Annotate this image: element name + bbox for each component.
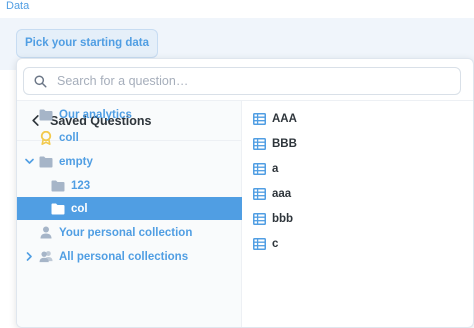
collection-label: empty: [59, 155, 93, 168]
search-box[interactable]: [23, 67, 461, 95]
chevron-down-icon[interactable]: [23, 158, 35, 165]
question-label: bbb: [272, 213, 294, 225]
data-section-label: Data: [6, 0, 30, 12]
collections-pane: Saved Questions Our analytics coll empty 12…: [17, 101, 242, 327]
question-item[interactable]: aaa: [253, 185, 291, 203]
question-item[interactable]: AAA: [253, 110, 297, 128]
question-item[interactable]: c: [253, 235, 278, 253]
collection-label: Our analytics: [59, 108, 132, 121]
question-label: a: [272, 163, 279, 175]
question-label: aaa: [272, 188, 292, 200]
folder-icon: [51, 202, 65, 216]
data-picker-popover: Saved Questions Our analyticscollempty12…: [16, 58, 474, 328]
collection-item-123[interactable]: 123: [17, 174, 242, 197]
table-icon: [253, 238, 266, 250]
collection-label: coll: [59, 131, 79, 144]
questions-pane: AAA BBB a aaa bbb c: [243, 101, 473, 327]
collection-item-coll[interactable]: coll: [17, 126, 242, 149]
badge-icon: [39, 130, 53, 145]
pick-starting-data-button[interactable]: Pick your starting data: [16, 29, 158, 58]
table-icon: [253, 138, 266, 150]
collection-label: All personal collections: [59, 250, 189, 263]
chevron-right-icon[interactable]: [23, 252, 35, 261]
person-icon: [39, 226, 53, 240]
question-label: c: [272, 238, 279, 250]
table-icon: [253, 188, 266, 200]
collection-item-your-personal-collection[interactable]: Your personal collection: [17, 221, 242, 244]
folder-icon: [39, 108, 53, 122]
question-item[interactable]: bbb: [253, 210, 293, 228]
folder-icon: [39, 155, 53, 169]
question-item[interactable]: a: [253, 160, 278, 178]
collection-label: col: [71, 202, 88, 215]
table-icon: [253, 113, 266, 125]
folder-icon: [51, 179, 65, 193]
search-icon: [34, 74, 47, 88]
question-label: AAA: [272, 113, 297, 125]
question-label: BBB: [272, 138, 297, 150]
collection-item-all-personal-collections[interactable]: All personal collections: [17, 245, 242, 268]
table-icon: [253, 213, 266, 225]
collection-item-empty[interactable]: empty: [17, 150, 242, 173]
question-item[interactable]: BBB: [253, 135, 297, 153]
collection-item-col[interactable]: col: [17, 197, 242, 220]
collection-item-our-analytics[interactable]: Our analytics: [17, 103, 242, 126]
collection-label: 123: [71, 179, 91, 192]
table-icon: [253, 163, 266, 175]
collection-label: Your personal collection: [59, 226, 193, 239]
people-icon: [39, 250, 53, 264]
search-input[interactable]: [57, 74, 437, 88]
